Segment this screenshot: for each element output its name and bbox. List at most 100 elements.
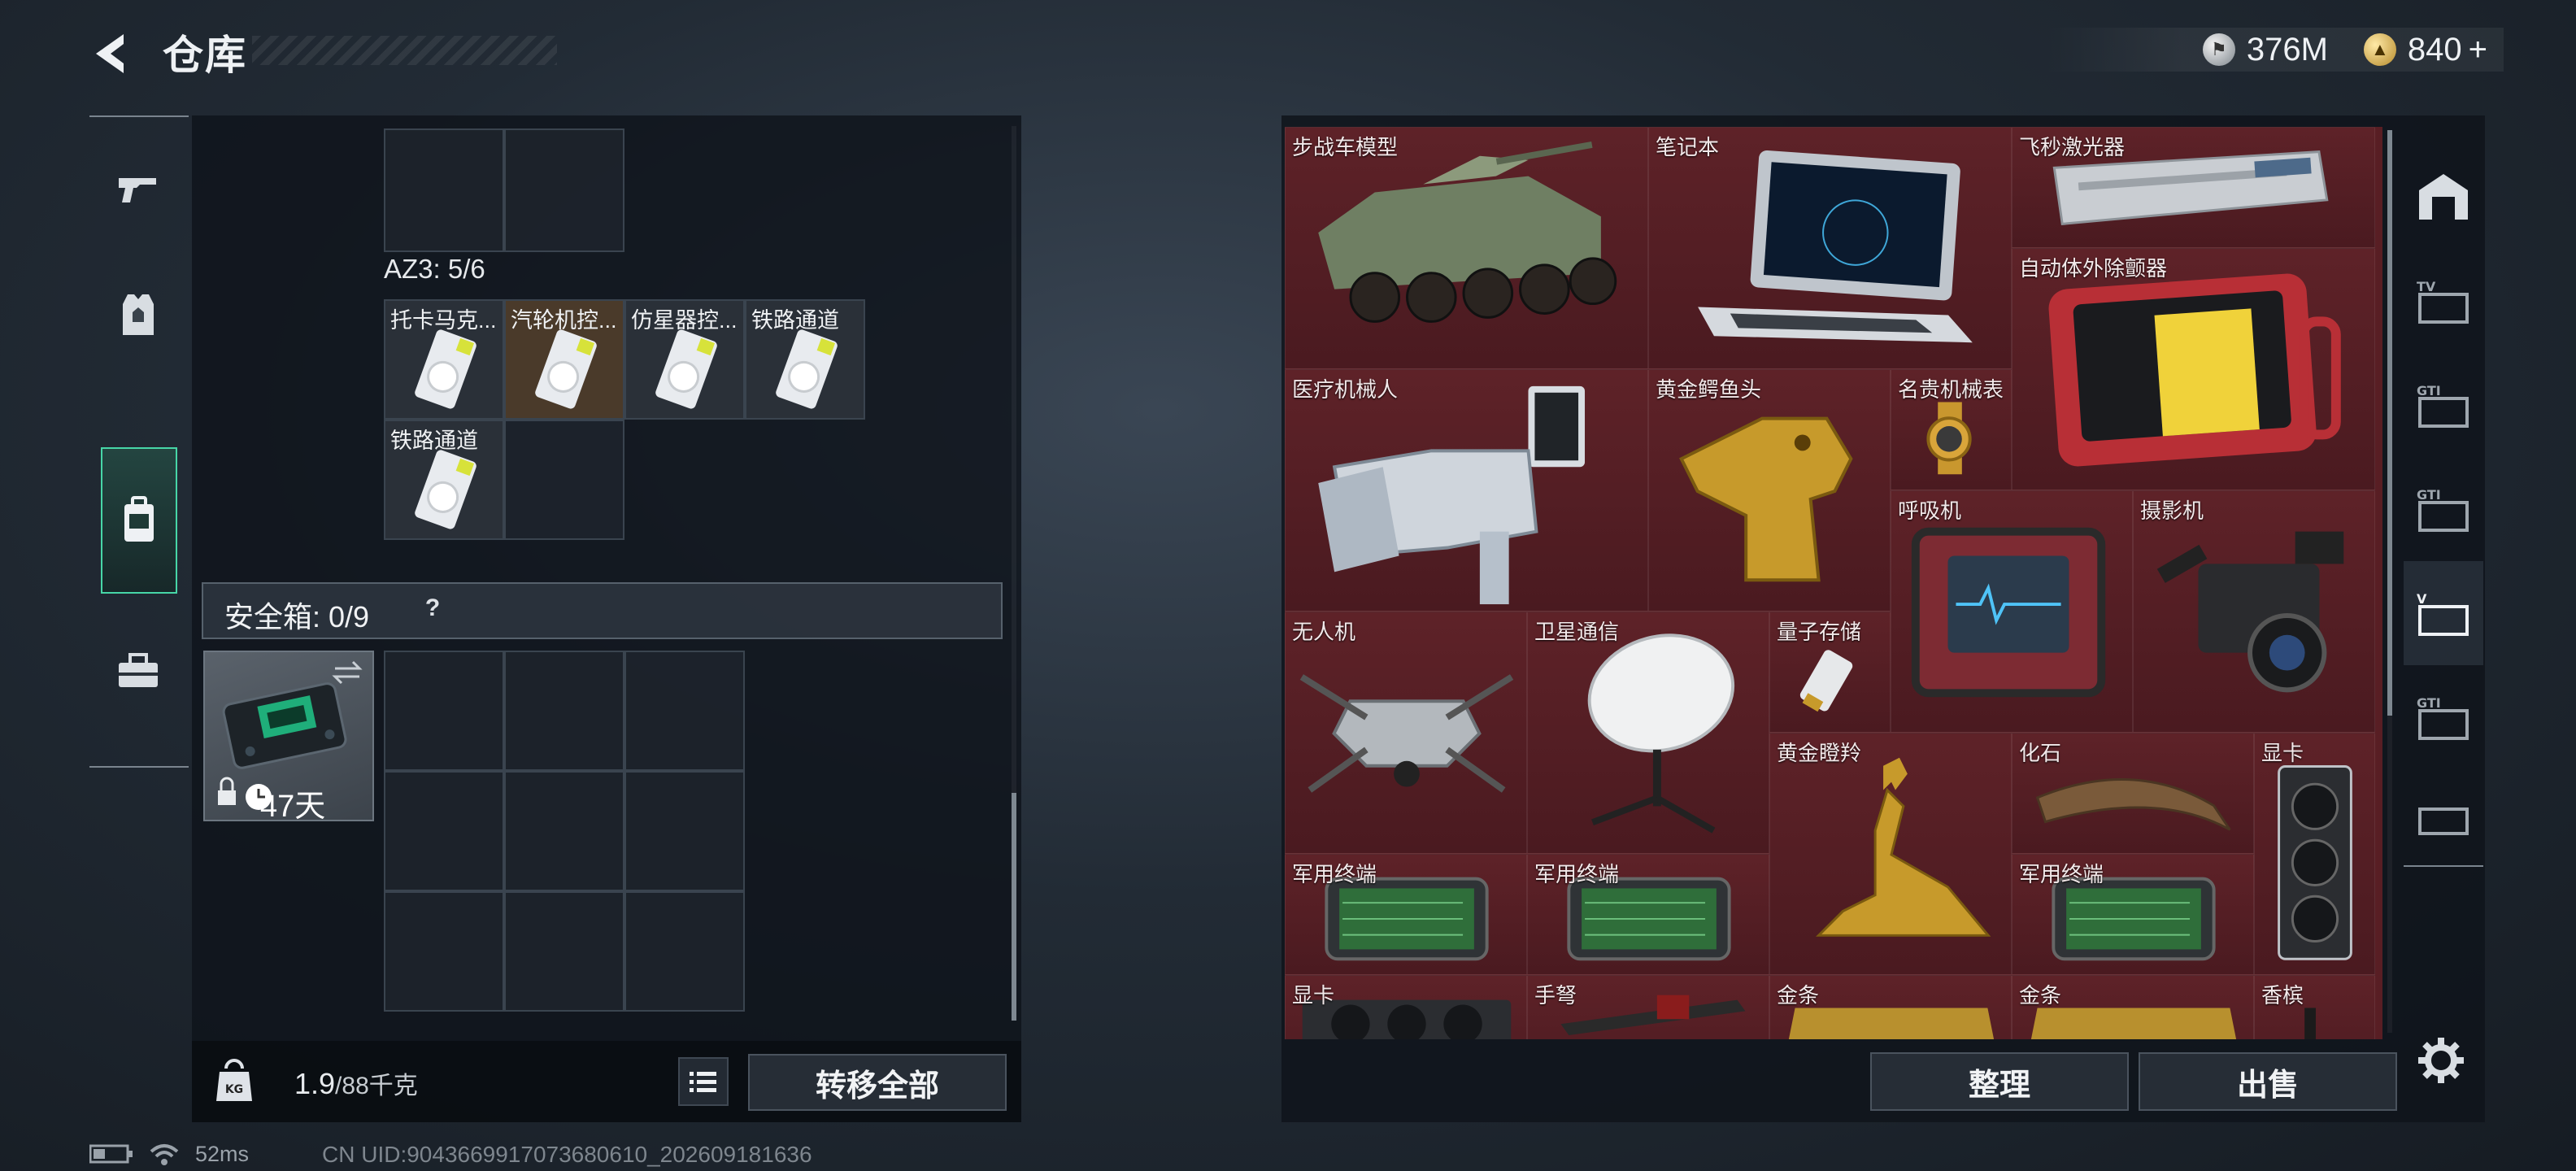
golden-gazelle-icon xyxy=(1816,757,1991,937)
category-other-icon xyxy=(2418,808,2469,835)
graphics-card-icon xyxy=(2278,764,2352,960)
item-label: 摄影机 xyxy=(2140,498,2204,523)
grid-cell[interactable] xyxy=(504,771,624,891)
category-all[interactable] xyxy=(2404,145,2483,249)
grid-cell[interactable] xyxy=(624,891,745,1012)
warehouse-item[interactable]: 笔记本 xyxy=(1648,127,2012,369)
medical-robot-icon xyxy=(1318,385,1586,605)
category-gti-icon: GTI xyxy=(2417,487,2469,532)
svg-text:GTI: GTI xyxy=(2417,487,2441,503)
backpack-item[interactable]: 汽轮机控... xyxy=(504,299,624,420)
grid-cell[interactable] xyxy=(624,651,745,771)
backpack-item[interactable]: 铁路通道 xyxy=(384,420,504,540)
backpack-item[interactable]: 托卡马克... xyxy=(384,299,504,420)
item-label: 黄金瞪羚 xyxy=(1777,741,1862,765)
weight-value: 1.9/88千克 xyxy=(294,1065,418,1101)
grid-cell[interactable] xyxy=(384,891,504,1012)
organize-button[interactable]: 整理 xyxy=(1870,1052,2129,1111)
grid-cell[interactable] xyxy=(504,891,624,1012)
warehouse-item[interactable]: 卫星通信 xyxy=(1527,612,1769,854)
category-gti-1[interactable]: GTI xyxy=(2404,353,2483,457)
warehouse-item[interactable]: 手弩 xyxy=(1527,975,1769,1039)
item-label: 显卡 xyxy=(2261,741,2304,765)
item-label: 飞秒激光器 xyxy=(2019,135,2126,159)
warehouse-item[interactable]: 军用终端 xyxy=(2012,854,2254,975)
warehouse-item[interactable]: 医疗机械人 xyxy=(1285,369,1648,612)
category-other[interactable] xyxy=(2404,769,2483,873)
grid-cell[interactable] xyxy=(384,128,504,252)
svg-text:V: V xyxy=(2417,591,2427,607)
item-label: 军用终端 xyxy=(1534,862,1620,886)
warehouse-item[interactable]: 自动体外除颤器 xyxy=(2012,248,2375,490)
item-label: 化石 xyxy=(2019,741,2062,765)
grid-cell[interactable] xyxy=(504,651,624,771)
item-label: 呼吸机 xyxy=(1898,498,1962,523)
tab-equipment[interactable] xyxy=(101,270,176,359)
aed-icon xyxy=(2048,273,2341,467)
category-tv[interactable]: TV xyxy=(2404,249,2483,353)
weight-icon: KG xyxy=(213,1057,255,1106)
warehouse-item[interactable]: 呼吸机 xyxy=(1891,490,2133,733)
grid-cell[interactable] xyxy=(384,771,504,891)
item-label: 名贵机械表 xyxy=(1898,377,2004,402)
category-gti-3[interactable]: GTI xyxy=(2404,665,2483,769)
tab-storage[interactable] xyxy=(101,447,177,594)
warehouse-item[interactable]: 显卡 xyxy=(2254,733,2375,975)
warehouse-item[interactable]: 名贵机械表 xyxy=(1891,369,2012,490)
help-button[interactable]: ? xyxy=(415,590,450,626)
grid-cell[interactable] xyxy=(624,771,745,891)
gear-icon xyxy=(2418,1038,2464,1083)
laptop-icon xyxy=(1698,150,1973,343)
backpack-scroll-thumb[interactable] xyxy=(1012,793,1016,1021)
list-view-button[interactable] xyxy=(678,1057,729,1106)
warehouse-scroll-thumb[interactable] xyxy=(2387,130,2392,716)
warehouse-item[interactable]: 量子存储 xyxy=(1769,612,1891,733)
warehouse-item[interactable]: 无人机 xyxy=(1285,612,1527,854)
currency-bar: ⚑ 376M ▲ 840 + xyxy=(2044,28,2504,72)
rail-divider xyxy=(89,115,189,117)
warehouse-item[interactable]: 军用终端 xyxy=(1527,854,1769,975)
warehouse-item[interactable]: 黄金瞪羚 xyxy=(1769,733,2012,975)
warehouse-category-rail: TV GTI GTI V GTI xyxy=(2404,145,2483,867)
warehouse-item[interactable]: 步战车模型 xyxy=(1285,127,1648,369)
backpack-item[interactable]: 铁路通道 xyxy=(745,299,865,420)
transfer-all-button[interactable]: 转移全部 xyxy=(748,1054,1007,1111)
item-label: 黄金鳄鱼头 xyxy=(1656,377,1762,402)
ping-value: 52ms xyxy=(195,1141,250,1166)
item-label: 军用终端 xyxy=(1292,862,1377,886)
tab-toolbox[interactable] xyxy=(101,626,176,716)
backpack-item[interactable]: 仿星器控... xyxy=(624,299,745,420)
warehouse-item[interactable]: 香槟 xyxy=(2254,975,2375,1039)
warehouse-item[interactable]: 飞秒激光器 xyxy=(2012,127,2375,248)
warehouse-item[interactable]: 军用终端 xyxy=(1285,854,1527,975)
warehouse-item[interactable]: 黄金鳄鱼头 xyxy=(1648,369,1891,612)
add-currency-button[interactable]: + xyxy=(2469,32,2487,68)
grid-cell[interactable] xyxy=(504,420,624,540)
warehouse-item[interactable]: 金条 xyxy=(2012,975,2254,1039)
category-v[interactable]: V xyxy=(2404,561,2483,665)
grid-cell[interactable] xyxy=(504,128,624,252)
golden-crocodile-head-icon xyxy=(1679,416,1853,582)
list-icon xyxy=(690,1072,716,1092)
item-label: 显卡 xyxy=(1292,983,1335,1008)
satellite-dish-icon xyxy=(1587,633,1735,834)
safebox-duration: 47天 xyxy=(260,790,326,824)
svg-text:GTI: GTI xyxy=(2417,383,2441,398)
settings-button[interactable] xyxy=(2415,1034,2467,1086)
category-tv-icon: TV xyxy=(2417,279,2469,324)
tab-weapon[interactable] xyxy=(101,145,176,234)
warehouse-item[interactable]: 摄影机 xyxy=(2133,490,2375,733)
warehouse-item[interactable]: 化石 xyxy=(2012,733,2254,854)
warehouse-item[interactable]: 显卡 xyxy=(1285,975,1527,1039)
item-label: 医疗机械人 xyxy=(1292,377,1399,402)
warehouse-item[interactable]: 金条 xyxy=(1769,975,2012,1039)
item-label: 无人机 xyxy=(1292,620,1356,644)
category-gti-2[interactable]: GTI xyxy=(2404,457,2483,561)
drone-icon xyxy=(1299,674,1514,793)
grid-cell[interactable] xyxy=(384,651,504,771)
sell-button[interactable]: 出售 xyxy=(2139,1052,2397,1111)
item-label: 卫星通信 xyxy=(1534,620,1620,644)
item-label: 量子存储 xyxy=(1777,620,1862,644)
back-button[interactable] xyxy=(88,29,137,78)
warehouse-grid: 步战车模型 笔记本 飞秒激光器 自动体外除颤器 医疗机械人 黄金鳄鱼头 名贵机械… xyxy=(1285,127,2382,1039)
